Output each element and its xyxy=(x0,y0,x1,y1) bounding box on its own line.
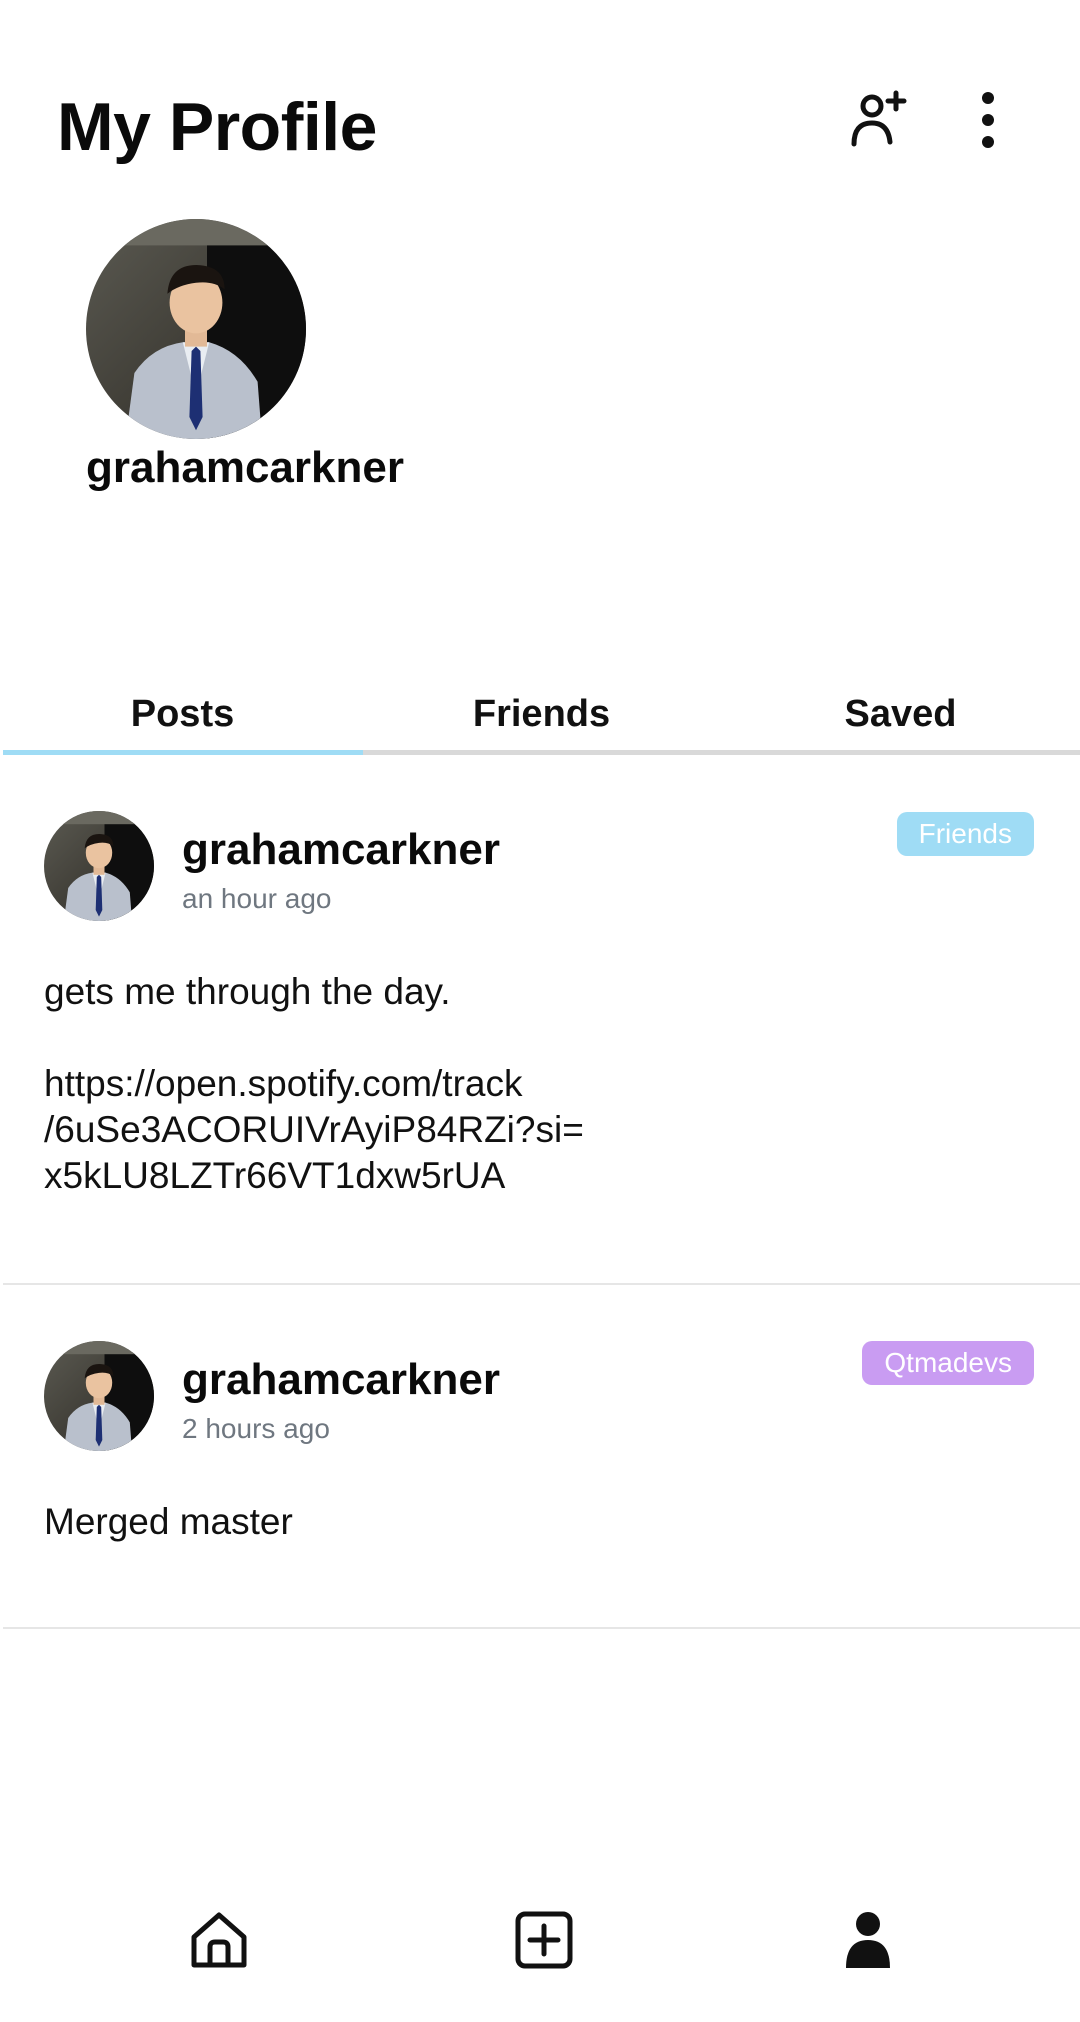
post-divider xyxy=(3,1283,1080,1285)
more-vertical-icon xyxy=(982,92,994,148)
post-audience-badge[interactable]: Qtmadevs xyxy=(862,1341,1034,1385)
add-friend-button[interactable] xyxy=(840,84,920,156)
more-options-button[interactable] xyxy=(948,84,1028,156)
add-post-icon xyxy=(515,1911,573,1969)
post-link[interactable]: https://open.spotify.com/track /6uSe3ACO… xyxy=(44,1061,944,1199)
post-divider xyxy=(3,1627,1080,1629)
post-author-name[interactable]: grahamcarkner xyxy=(182,1355,500,1405)
person-add-icon xyxy=(851,90,907,147)
profile-icon xyxy=(846,1912,890,1968)
post-author-avatar[interactable] xyxy=(44,811,154,921)
post-text: gets me through the day. xyxy=(44,971,451,1012)
nav-create-post-button[interactable] xyxy=(489,1900,599,1980)
nav-home-button[interactable] xyxy=(164,1900,274,1980)
post-body: Merged master xyxy=(44,1499,944,1545)
tab-posts[interactable]: Posts xyxy=(3,680,362,756)
profile-avatar[interactable] xyxy=(86,219,306,439)
active-tab-indicator xyxy=(3,750,363,755)
post-text: Merged master xyxy=(44,1501,293,1542)
profile-screen: My Profile grahamcarkner Posts Friends S… xyxy=(0,0,1080,2022)
post-body: gets me through the day. https://open.sp… xyxy=(44,969,944,1199)
page-title: My Profile xyxy=(57,89,377,165)
post-timestamp: 2 hours ago xyxy=(182,1413,330,1444)
post-author-avatar[interactable] xyxy=(44,1341,154,1451)
tab-friends[interactable]: Friends xyxy=(362,680,721,756)
post-audience-badge[interactable]: Friends xyxy=(896,812,1034,856)
tab-saved[interactable]: Saved xyxy=(721,680,1080,756)
post-author-name[interactable]: grahamcarkner xyxy=(182,825,500,875)
nav-profile-button[interactable] xyxy=(813,1900,923,1980)
profile-username: grahamcarkner xyxy=(86,443,404,492)
post-timestamp: an hour ago xyxy=(182,883,332,914)
home-icon xyxy=(191,1912,247,1968)
profile-tabs: Posts Friends Saved xyxy=(3,680,1080,756)
